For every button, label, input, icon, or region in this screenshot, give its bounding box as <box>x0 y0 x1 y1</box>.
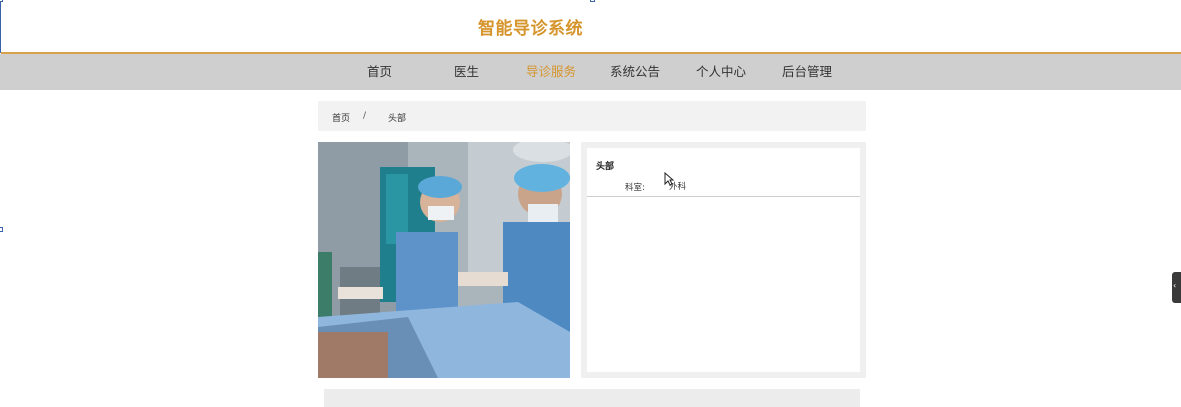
breadcrumb-current: 头部 <box>388 114 407 124</box>
nav-item-admin[interactable]: 后台管理 <box>782 54 832 90</box>
nav-item-home[interactable]: 首页 <box>367 54 392 90</box>
header: 智能导诊系统 <box>0 0 1181 54</box>
selection-handle <box>590 0 595 2</box>
info-title: 头部 <box>596 162 615 172</box>
site-title: 智能导诊系统 <box>478 19 583 39</box>
mouse-pointer-icon <box>664 172 674 186</box>
breadcrumb-home-link[interactable]: 首页 <box>332 111 350 124</box>
side-toggle-button[interactable]: ‹ <box>1172 272 1181 303</box>
main-nav: 首页 医生 导诊服务 系统公告 个人中心 后台管理 <box>0 54 1181 90</box>
selection-handle <box>0 0 3 2</box>
surgery-photo <box>318 142 570 378</box>
breadcrumb-separator: / <box>363 111 367 121</box>
nav-item-doctors[interactable]: 医生 <box>454 54 479 90</box>
nav-item-personal-center[interactable]: 个人中心 <box>696 54 746 90</box>
chevron-left-icon: ‹ <box>1173 281 1177 290</box>
breadcrumb: 首页 / 头部 <box>318 101 866 131</box>
department-label: 科室: <box>625 183 645 193</box>
selection-handle <box>0 227 3 232</box>
info-panel: 头部 科室: 外科 <box>587 148 860 372</box>
info-card: 头部 科室: 外科 <box>581 142 866 378</box>
content-bottom-bar <box>324 389 860 407</box>
department-image <box>318 142 570 378</box>
info-divider <box>587 196 860 197</box>
nav-item-announcements[interactable]: 系统公告 <box>610 54 660 90</box>
nav-item-guide-service[interactable]: 导诊服务 <box>526 54 576 90</box>
